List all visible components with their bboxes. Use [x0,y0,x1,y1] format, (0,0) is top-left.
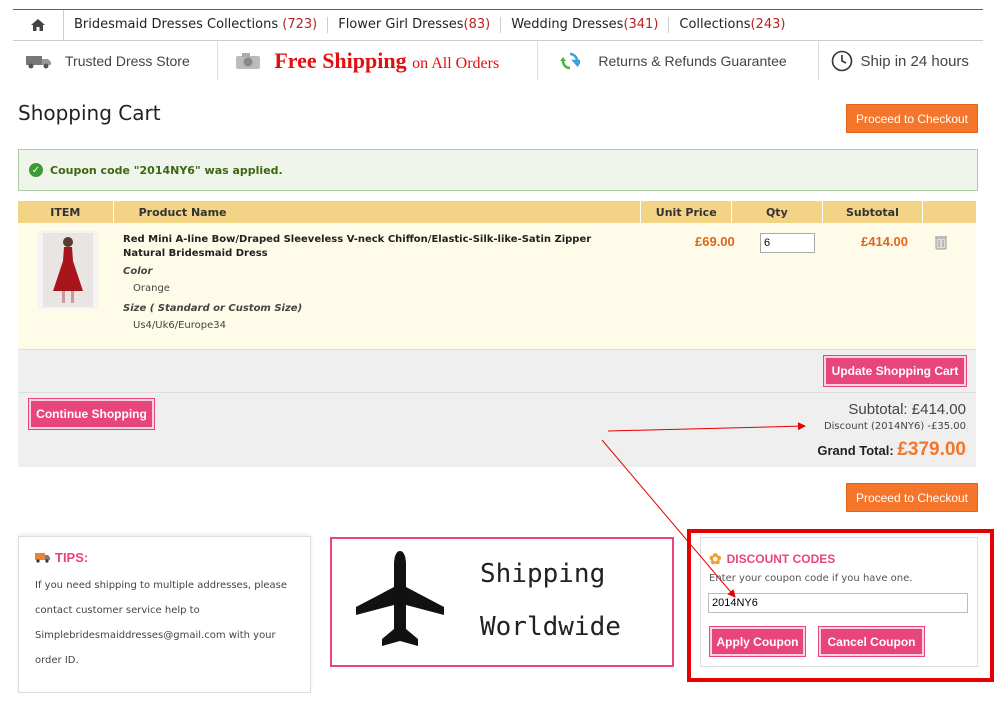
feature-trusted-text: Trusted Dress Store [65,53,190,69]
nav-label: Bridesmaid Dresses Collections [74,17,283,32]
product-name[interactable]: Red Mini A-line Bow/Draped Sleeveless V-… [123,233,623,261]
discount-codes-hint: Enter your coupon code if you have one. [709,573,913,584]
product-image[interactable] [38,231,98,309]
col-qty: Qty [732,201,823,223]
nav-label: Flower Girl Dresses [338,17,464,32]
discount-codes-panel: ✿ DISCOUNT CODES Enter your coupon code … [700,537,978,667]
clock-icon [831,50,853,72]
row-subtotal: £414.00 [861,234,908,249]
page-title: Shopping Cart [18,101,161,125]
free-shipping-text: Free Shipping [274,48,407,73]
col-item: ITEM [18,201,114,223]
tips-panel: TIPS: If you need shipping to multiple a… [18,536,311,693]
truck-icon [25,52,53,70]
cancel-coupon-button[interactable]: Cancel Coupon [818,626,925,657]
totals-section: Continue Shopping Subtotal: £414.00 Disc… [18,393,976,467]
nav-item-wedding[interactable]: Wedding Dresses(341) [501,17,670,33]
nav-count: (83) [463,17,491,32]
free-shipping-sub: on All Orders [412,55,500,72]
unit-price: £69.00 [695,234,735,249]
subtotal-text: Subtotal: £414.00 [848,401,966,418]
success-message: ✓ Coupon code "2014NY6" was applied. [18,149,978,191]
proceed-to-checkout-button-bottom[interactable]: Proceed to Checkout [846,483,978,512]
truck-small-icon [35,552,51,563]
color-value: Orange [133,283,170,294]
success-message-text: Coupon code "2014NY6" was applied. [50,163,283,177]
nav-count: (341) [623,17,659,32]
discount-text: Discount (2014NY6) -£35.00 [823,421,966,432]
shipping-line1: Shipping [480,559,606,589]
nav-item-collections[interactable]: Collections(243) [669,17,795,33]
feature-ship24: Ship in 24 hours [819,42,983,80]
grand-total-label: Grand Total: [817,443,894,458]
qty-input[interactable] [760,233,815,253]
features-strip: Trusted Dress Store Free Shipping on All… [13,42,983,80]
discount-codes-heading: ✿ DISCOUNT CODES [709,550,835,568]
feature-trusted: Trusted Dress Store [13,42,219,80]
col-unit-price: Unit Price [641,201,733,223]
feature-returns-text: Returns & Refunds Guarantee [598,53,787,69]
discount-codes-title: DISCOUNT CODES [726,552,836,566]
col-product-name: Product Name [114,201,642,223]
check-icon: ✓ [29,163,43,177]
flower-icon: ✿ [709,551,722,568]
nav-item-flower-girl[interactable]: Flower Girl Dresses(83) [328,17,502,33]
feature-ship24-text: Ship in 24 hours [860,52,969,70]
nav-count: (243) [750,17,786,32]
col-remove [923,201,976,223]
nav-count: (723) [282,17,318,32]
tips-heading: TIPS: [35,550,88,565]
feature-free-shipping: Free Shipping on All Orders [218,42,539,80]
nav-item-bridesmaid[interactable]: Bridesmaid Dresses Collections (723) [64,17,329,33]
nav-label: Collections [679,17,751,32]
cart-table-header: ITEM Product Name Unit Price Qty Subtota… [18,201,976,223]
airplane-icon [354,549,446,657]
shipping-worldwide-banner: Shipping Worldwide [330,537,674,667]
grand-total: Grand Total: £379.00 [817,439,966,461]
update-shopping-cart-button[interactable]: Update Shopping Cart [823,355,967,387]
table-row: Red Mini A-line Bow/Draped Sleeveless V-… [18,223,976,350]
nav-label: Wedding Dresses [511,17,624,32]
coupon-code-input[interactable] [708,593,968,613]
proceed-to-checkout-button-top[interactable]: Proceed to Checkout [846,104,978,133]
apply-coupon-button[interactable]: Apply Coupon [709,626,806,657]
color-label: Color [123,266,153,277]
continue-shopping-button[interactable]: Continue Shopping [28,398,155,430]
refresh-icon [560,51,581,71]
tips-title: TIPS: [55,550,89,565]
shipping-line2: Worldwide [480,612,621,642]
tips-text: If you need shipping to multiple address… [35,580,288,666]
size-value: Us4/Uk6/Europe34 [133,320,226,331]
col-subtotal: Subtotal [823,201,924,223]
home-icon[interactable] [13,10,64,40]
update-row: Update Shopping Cart [18,350,976,393]
top-nav: Bridesmaid Dresses Collections (723) Flo… [13,9,983,41]
grand-total-value: £379.00 [897,439,966,460]
size-label: Size ( Standard or Custom Size) [123,303,303,314]
trash-icon[interactable] [933,234,949,254]
camera-icon [234,51,262,71]
feature-returns: Returns & Refunds Guarantee [538,42,819,80]
